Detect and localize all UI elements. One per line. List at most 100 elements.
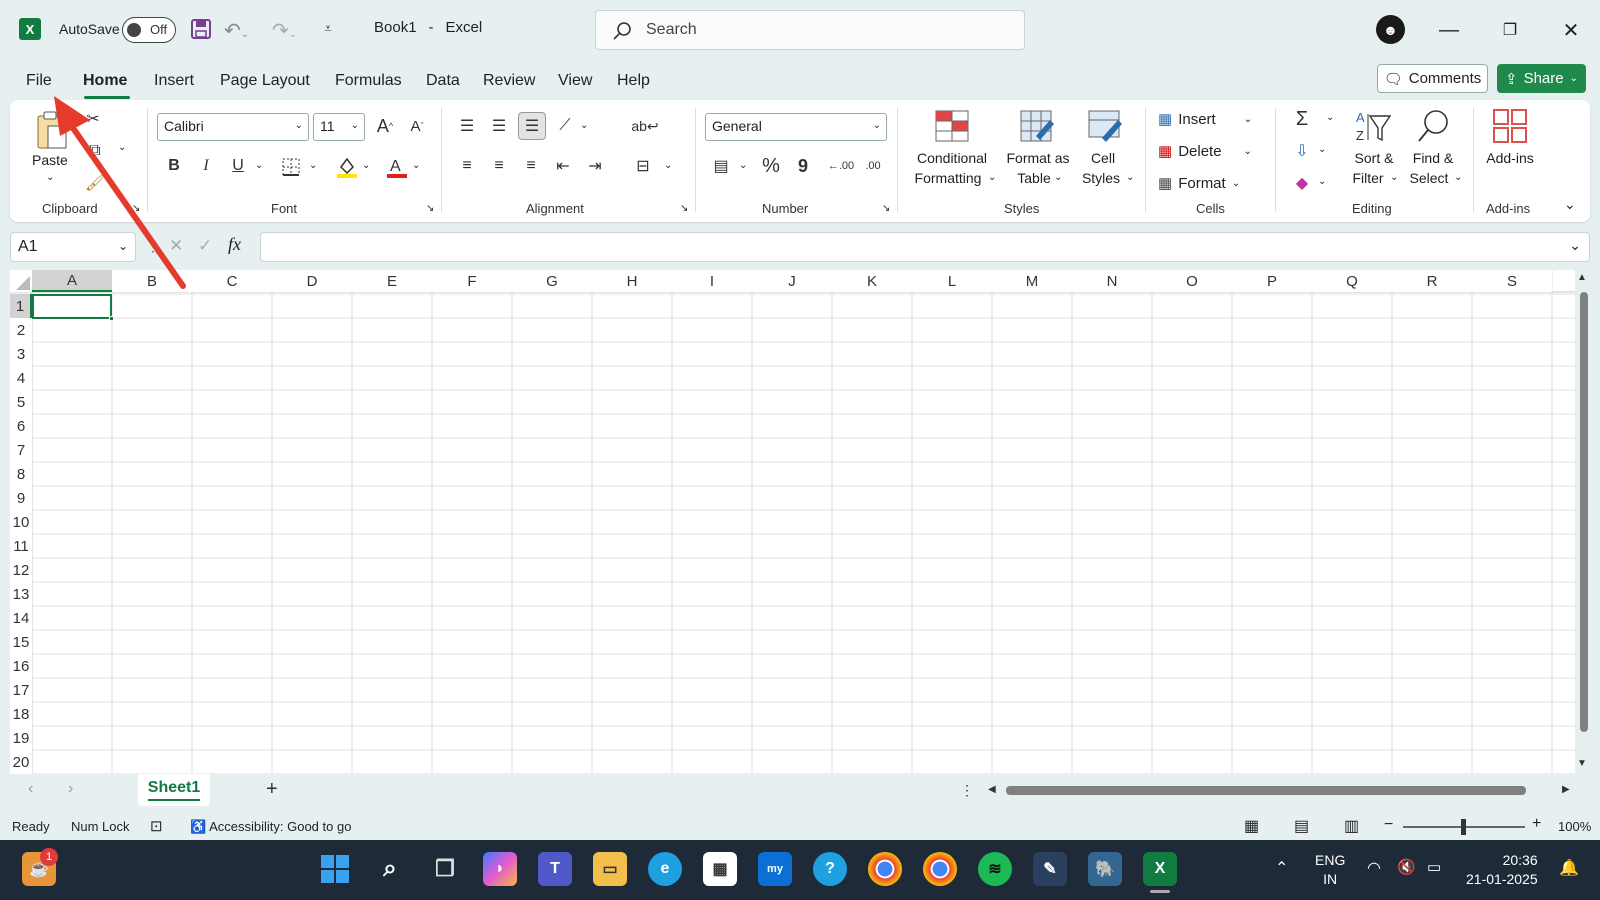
clock[interactable]: 20:36 21-01-2025 [1466, 851, 1538, 889]
vertical-scrollbar[interactable] [1580, 292, 1588, 732]
bottom-align-icon[interactable]: ☰ [518, 112, 546, 140]
page-break-view-icon[interactable]: ▥ [1344, 816, 1368, 836]
myhp-icon[interactable]: my [758, 852, 792, 886]
formula-input[interactable]: ⌄ [260, 232, 1590, 262]
borders-icon[interactable] [281, 157, 301, 177]
tab-insert[interactable]: Insert [154, 72, 194, 90]
zoom-level[interactable]: 100% [1558, 819, 1591, 834]
wrap-text-icon[interactable]: ab↩ [631, 113, 658, 139]
more-sheets-icon[interactable]: ⋮ [960, 782, 974, 799]
chevron-down-icon[interactable]: ⌄ [362, 160, 370, 171]
expand-formula-icon[interactable]: ⌄ [1569, 237, 1581, 254]
column-header-k[interactable]: K [832, 270, 912, 292]
row-header-10[interactable]: 10 [10, 510, 32, 534]
tab-review[interactable]: Review [483, 72, 535, 90]
decrease-indent-icon[interactable]: ⇤ [550, 153, 576, 179]
row-header-14[interactable]: 14 [10, 606, 32, 630]
accessibility-status[interactable]: ♿ Accessibility: Good to go [190, 819, 351, 835]
top-align-icon[interactable]: ☰ [454, 113, 480, 139]
column-header-f[interactable]: F [432, 270, 512, 292]
avatar[interactable]: ☻ [1376, 15, 1405, 44]
task-view-icon[interactable]: ❐ [428, 852, 462, 886]
column-header-h[interactable]: H [592, 270, 672, 292]
tab-page-layout[interactable]: Page Layout [220, 72, 310, 90]
vertical-scroll-down-icon[interactable]: ▼ [1577, 758, 1587, 769]
format-as-table-button[interactable]: Format as Table ⌄ [1002, 108, 1074, 192]
fill-handle[interactable] [109, 316, 114, 321]
row-header-11[interactable]: 11 [10, 534, 32, 558]
row-header-12[interactable]: 12 [10, 558, 32, 582]
row-header-3[interactable]: 3 [10, 342, 32, 366]
horizontal-scroll-left-icon[interactable]: ◀ [988, 784, 996, 795]
chevron-down-icon[interactable]: ⌄ [255, 160, 263, 171]
row-header-13[interactable]: 13 [10, 582, 32, 606]
column-header-m[interactable]: M [992, 270, 1072, 292]
store-icon[interactable]: ▦ [703, 852, 737, 886]
column-header-n[interactable]: N [1072, 270, 1152, 292]
horizontal-scrollbar[interactable] [1006, 786, 1526, 795]
increase-font-icon[interactable]: A ^ [372, 113, 398, 139]
chevron-down-icon[interactable]: ⌄ [309, 160, 317, 171]
chevron-down-icon[interactable]: ⌄ [1318, 176, 1326, 187]
chrome-icon[interactable] [868, 852, 902, 886]
excel-taskbar-icon[interactable]: X [1143, 852, 1177, 886]
clear-icon[interactable]: ◆ [1290, 170, 1314, 196]
column-header-p[interactable]: P [1232, 270, 1312, 292]
selected-cell-a1[interactable] [32, 294, 112, 319]
increase-decimal-button[interactable]: ←.00 [826, 153, 856, 179]
cell-styles-button[interactable]: Cell Styles ⌄ [1078, 108, 1134, 192]
select-all-corner[interactable] [10, 270, 32, 292]
chevron-down-icon[interactable]: ⌄ [1318, 144, 1326, 155]
tab-view[interactable]: View [558, 72, 592, 90]
wifi-icon[interactable]: ◠ [1367, 858, 1381, 878]
page-layout-view-icon[interactable]: ▤ [1294, 816, 1318, 836]
orientation-icon[interactable]: ⟋ [552, 113, 578, 139]
row-header-17[interactable]: 17 [10, 678, 32, 702]
column-header-d[interactable]: D [272, 270, 352, 292]
accounting-format-icon[interactable]: ▤ [708, 153, 734, 179]
zoom-out-icon[interactable]: − [1384, 816, 1393, 834]
teams-icon[interactable]: T [538, 852, 572, 886]
restore-icon[interactable]: ❐ [1493, 14, 1527, 46]
fill-color-icon[interactable] [336, 155, 358, 179]
percent-style-button[interactable]: % [758, 153, 784, 179]
spotify-icon[interactable]: ≋ [978, 852, 1012, 886]
conditional-formatting-button[interactable]: Conditional Formatting ⌄ [906, 108, 998, 192]
share-button[interactable]: ⇪ Share ⌄ [1497, 64, 1586, 93]
column-header-r[interactable]: R [1392, 270, 1472, 292]
row-header-5[interactable]: 5 [10, 390, 32, 414]
fill-icon[interactable]: ⇩ [1290, 138, 1314, 164]
chevron-down-icon[interactable]: ⌄ [1326, 112, 1334, 123]
decrease-font-icon[interactable]: Aˇ [404, 113, 430, 139]
tab-file[interactable]: File [26, 72, 52, 90]
macro-record-icon[interactable]: ⊡ [150, 817, 163, 835]
app-icon[interactable]: ✎ [1033, 852, 1067, 886]
row-header-15[interactable]: 15 [10, 630, 32, 654]
insert-cells-button[interactable]: ▦ Insert ⌄ [1158, 106, 1258, 132]
sheet-prev-icon[interactable]: ‹ [28, 780, 33, 798]
minimize-icon[interactable]: — [1432, 14, 1466, 46]
comma-style-button[interactable]: 9 [792, 153, 814, 179]
find-select-button[interactable]: Find & Select ⌄ [1404, 108, 1462, 192]
column-header-g[interactable]: G [512, 270, 592, 292]
tab-home[interactable]: Home [83, 72, 127, 90]
insert-function-button[interactable]: fx [228, 234, 241, 255]
close-icon[interactable]: ✕ [1554, 14, 1588, 46]
decrease-decimal-button[interactable]: .00 [858, 153, 888, 179]
row-header-2[interactable]: 2 [10, 318, 32, 342]
chevron-down-icon[interactable]: ⌄ [412, 160, 420, 171]
row-header-20[interactable]: 20 [10, 750, 32, 774]
autosave-toggle[interactable]: Off [122, 17, 176, 43]
font-size-select[interactable]: 11 ⌄ [313, 113, 365, 141]
copilot-icon[interactable]: ◗ [483, 852, 517, 886]
search-taskbar-icon[interactable]: ⌕ [373, 852, 407, 886]
align-right-icon[interactable]: ≡ [518, 153, 544, 179]
delete-cells-button[interactable]: ▦ Delete ⌄ [1158, 138, 1258, 164]
row-header-4[interactable]: 4 [10, 366, 32, 390]
row-header-8[interactable]: 8 [10, 462, 32, 486]
confirm-entry-icon[interactable]: ✓ [198, 236, 212, 256]
add-sheet-icon[interactable]: + [266, 778, 278, 801]
chrome-profile-icon[interactable] [923, 852, 957, 886]
number-format-select[interactable]: General ⌄ [705, 113, 887, 141]
increase-indent-icon[interactable]: ⇥ [582, 153, 608, 179]
